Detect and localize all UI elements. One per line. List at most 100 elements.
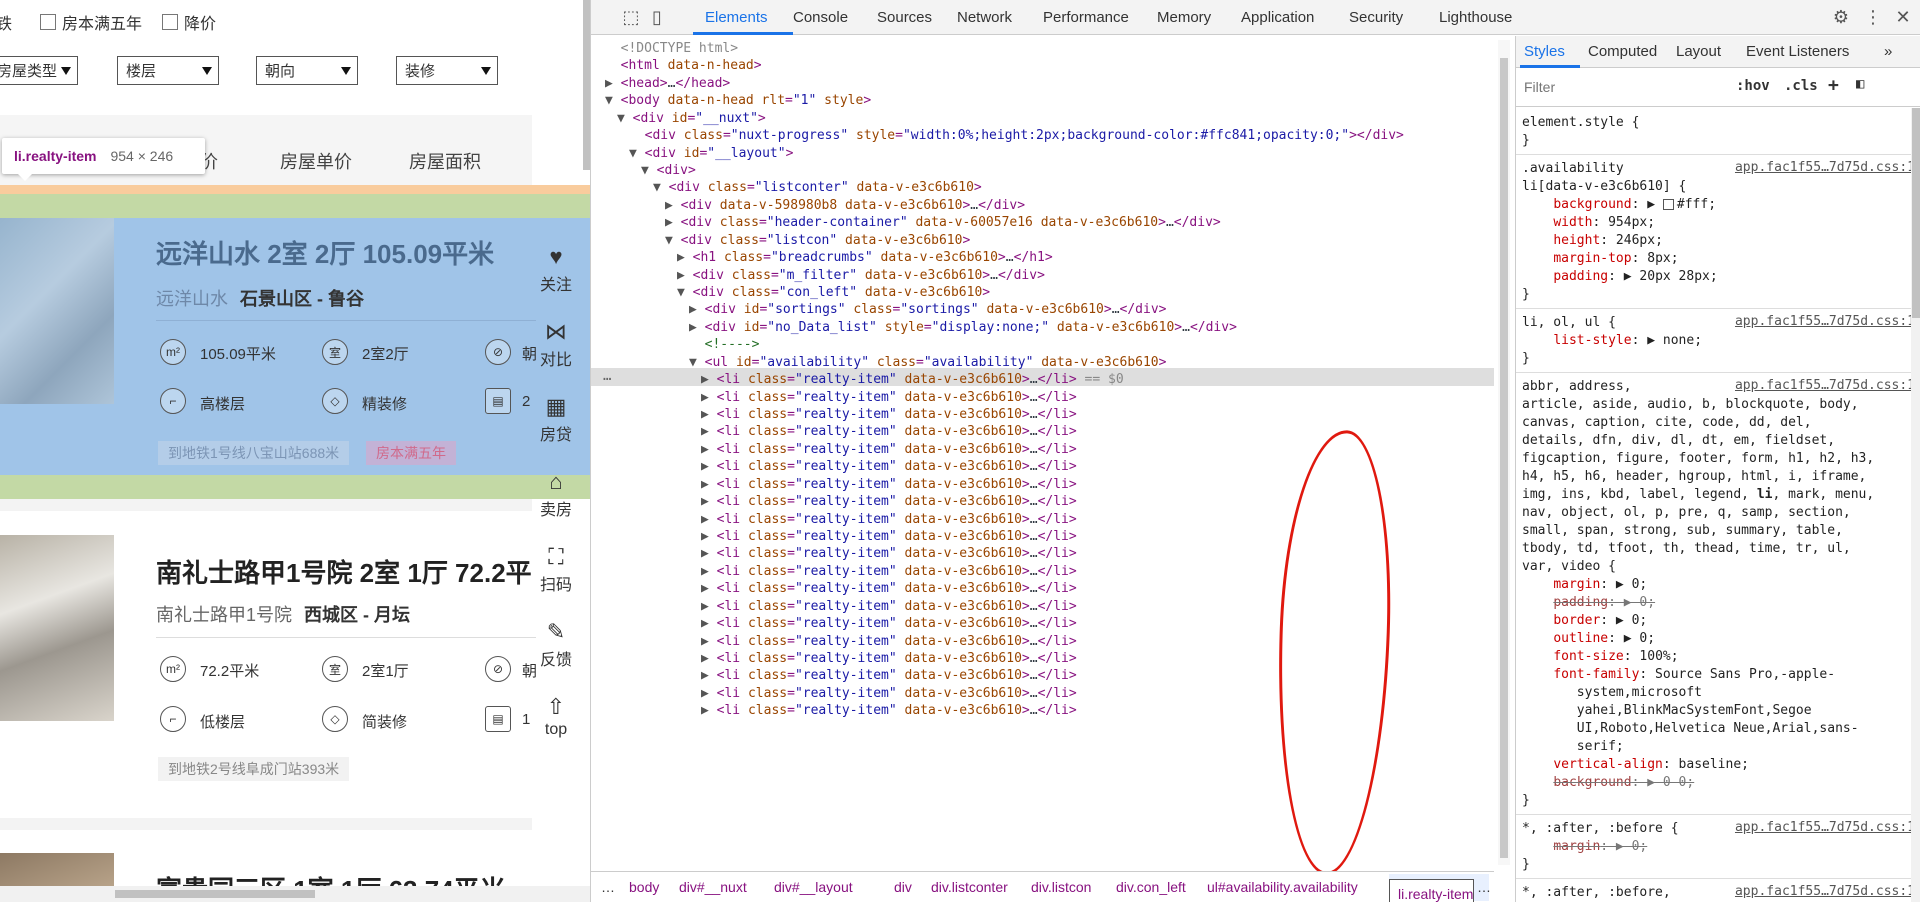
expand-arrow-icon[interactable]: ▶ [701,477,717,492]
css-declaration[interactable]: width: 954px; [1522,214,1655,232]
tab-performance[interactable]: Performance [1043,9,1129,26]
select-orientation[interactable]: 朝向 [256,56,358,85]
checkbox[interactable] [40,14,56,30]
css-declaration[interactable]: background: ▶ #fff; [1522,196,1716,214]
hov-toggle[interactable]: :hov [1736,78,1770,94]
breadcrumb-item[interactable]: div#__nuxt [679,879,747,895]
tab-console[interactable]: Console [793,9,848,26]
breadcrumb-overflow-end[interactable]: … [1477,879,1491,895]
rail-top[interactable]: ⇧ top [532,695,580,739]
breadcrumb-item[interactable]: div#__layout [774,879,853,895]
tab-layout[interactable]: Layout [1676,43,1721,60]
rail-feedback[interactable]: ✎ 反馈 [532,620,580,670]
breadcrumb-item[interactable]: div.con_left [1116,879,1186,895]
css-declaration-overridden[interactable]: padding: ▶ 0; [1522,594,1655,612]
collapse-arrow-icon[interactable]: ▼ [629,146,645,161]
css-declaration[interactable]: height: 246px; [1522,232,1663,250]
tab-event-listeners[interactable]: Event Listeners [1746,43,1849,60]
page-horizontal-scrollbar[interactable] [0,886,590,902]
expand-arrow-icon[interactable]: ▶ [701,564,717,579]
rail-mortgage[interactable]: ▦ 房贷 [532,395,580,445]
expand-arrow-icon[interactable]: ▶ [677,268,693,283]
breadcrumb-overflow[interactable]: … [601,879,615,895]
expand-arrow-icon[interactable]: ▶ [701,668,717,683]
scrollbar-thumb[interactable] [1500,58,1508,858]
filter-price-drop[interactable]: 降价 [162,10,216,34]
collapse-arrow-icon[interactable]: ▼ [653,180,669,195]
css-source-link[interactable]: app.fac1f55…7d75d.css:1 [1735,884,1915,899]
expand-arrow-icon[interactable]: ▶ [665,198,681,213]
tab-memory[interactable]: Memory [1157,9,1211,26]
css-declaration[interactable]: list-style: ▶ none; [1522,332,1702,350]
rail-compare[interactable]: ⋈ 对比 [532,320,580,370]
listing-community[interactable]: 远洋山水 [156,289,228,309]
tab-elements[interactable]: Elements [705,9,768,26]
checkbox[interactable] [162,14,178,30]
toggle-sidebar-icon[interactable]: ◧ [1856,76,1864,92]
expand-arrow-icon[interactable]: ▶ [701,459,717,474]
expand-arrow-icon[interactable]: ▶ [701,581,717,596]
expand-arrow-icon[interactable] [605,58,621,73]
expand-arrow-icon[interactable] [605,41,621,56]
filter-five-years[interactable]: 房本满五年 [40,10,142,34]
more-tabs-icon[interactable]: » [1884,43,1892,60]
css-source-link[interactable]: app.fac1f55…7d75d.css:1 [1735,314,1915,329]
tab-styles[interactable]: Styles [1524,43,1565,60]
new-rule-icon[interactable]: + [1828,75,1839,96]
styles-scrollbar[interactable] [1911,108,1920,902]
expand-arrow-icon[interactable] [629,128,645,143]
breadcrumb-item-selected[interactable]: li.realty-item [1389,879,1475,902]
expand-arrow-icon[interactable]: ▶ [701,390,717,405]
sort-area[interactable]: 房屋面积 [409,148,481,174]
listing-title[interactable]: 南礼士路甲1号院 2室 1厅 72.2平 [156,553,532,590]
listing-community[interactable]: 南礼士路甲1号院 [156,605,292,625]
css-declaration-overridden[interactable]: background: ▶ 0 0; [1522,774,1694,792]
tab-application[interactable]: Application [1241,9,1314,26]
breadcrumb-item[interactable]: ul#availability.availability [1207,879,1358,895]
expand-arrow-icon[interactable]: ▶ [701,494,717,509]
breadcrumb-item[interactable]: div.listconter [931,879,1008,895]
node-actions-ellipsis[interactable]: … [603,368,611,384]
expand-arrow-icon[interactable]: ▶ [701,424,717,439]
tab-lighthouse[interactable]: Lighthouse [1439,9,1512,26]
collapse-arrow-icon[interactable]: ▼ [605,93,621,108]
page-vertical-scrollbar[interactable] [583,0,590,170]
inspect-element-icon[interactable]: ⬚ [621,7,641,27]
listing-photo[interactable] [0,535,114,721]
close-icon[interactable]: ✕ [1893,7,1913,27]
expand-arrow-icon[interactable]: ▶ [701,703,717,718]
expand-arrow-icon[interactable]: ▶ [701,512,717,527]
more-options-icon[interactable]: ⋮ [1863,7,1883,27]
collapse-arrow-icon[interactable]: ▼ [641,163,657,178]
css-declaration-overridden[interactable]: margin: ▶ 0; [1522,838,1647,856]
css-declaration[interactable]: vertical-align: baseline; [1522,756,1749,774]
rail-favorite[interactable]: ♥ 关注 [532,245,580,295]
cls-toggle[interactable]: .cls [1784,78,1818,94]
expand-arrow-icon[interactable]: ▶ [701,442,717,457]
expand-arrow-icon[interactable]: ▶ [701,546,717,561]
expand-arrow-icon[interactable]: ▶ [701,529,717,544]
breadcrumb-item[interactable]: body [629,879,659,895]
css-source-link[interactable]: app.fac1f55…7d75d.css:1 [1735,378,1915,393]
css-declaration[interactable]: font-size: 100%; [1522,648,1678,666]
expand-arrow-icon[interactable]: ▶ [665,215,681,230]
gear-icon[interactable]: ⚙ [1831,7,1851,27]
styles-filter-input[interactable] [1520,74,1730,100]
rail-sell[interactable]: ⌂ 卖房 [532,470,580,520]
scrollbar-thumb[interactable] [1912,108,1920,318]
expand-arrow-icon[interactable]: ▶ [701,407,717,422]
select-floor[interactable]: 楼层 [117,56,219,85]
css-declaration[interactable]: border: ▶ 0; [1522,612,1647,630]
scrollbar-thumb[interactable] [115,890,315,898]
css-declaration[interactable]: font-family: Source Sans Pro,-apple- [1522,666,1835,684]
select-decoration[interactable]: 装修 [396,56,498,85]
expand-arrow-icon[interactable]: ▶ [689,320,705,335]
expand-arrow-icon[interactable]: ▶ [701,599,717,614]
expand-arrow-icon[interactable]: ▶ [701,686,717,701]
device-toolbar-icon[interactable]: ▯ [647,7,667,27]
breadcrumb-item[interactable]: div.listcon [1031,879,1091,895]
css-declaration[interactable]: margin-top: 8px; [1522,250,1678,268]
collapse-arrow-icon[interactable]: ▼ [665,233,681,248]
select-house-type[interactable]: 房屋类型 [0,56,78,85]
collapse-arrow-icon[interactable]: ▼ [617,111,633,126]
